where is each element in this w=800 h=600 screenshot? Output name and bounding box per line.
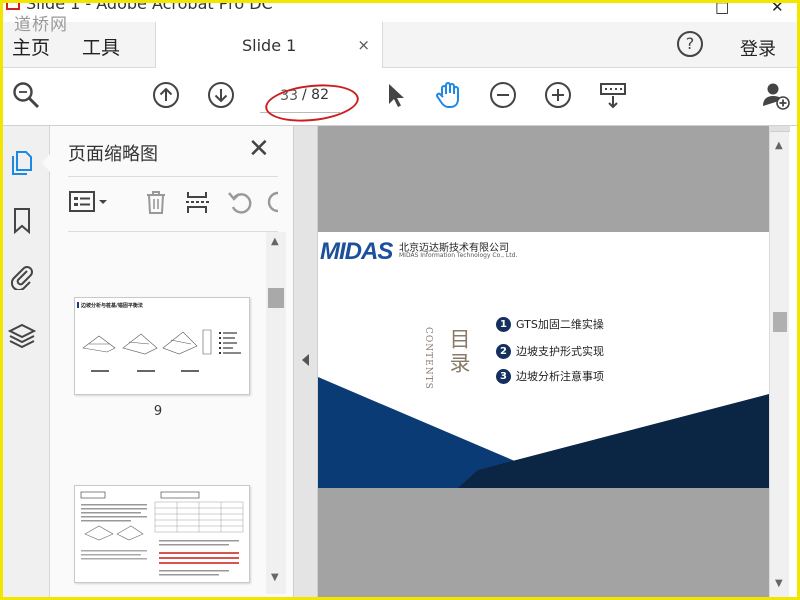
zoom-in-icon[interactable] xyxy=(543,80,573,110)
extract-icon[interactable] xyxy=(184,188,212,216)
delete-icon[interactable] xyxy=(142,188,170,216)
active-panel-marker xyxy=(42,154,50,172)
help-icon[interactable]: ? xyxy=(677,31,703,57)
agenda-item: 2 边坡支护形式实现 xyxy=(496,343,604,359)
document-scrollbar[interactable]: ▲ ▼ xyxy=(769,126,790,600)
collapse-arrow-icon xyxy=(302,354,309,366)
rotate-cw-icon[interactable] xyxy=(264,188,278,216)
keyboard-scroll-icon[interactable] xyxy=(598,80,628,110)
scrollbar-thumb[interactable] xyxy=(268,288,284,308)
company-name-en: MIDAS Information Technology Co., Ltd. xyxy=(399,252,518,259)
panel-title: 页面缩略图 xyxy=(68,144,158,165)
agenda-item: 1 GTS加固二维实操 xyxy=(496,316,604,332)
thumbnail-title: 边坡分析与桩基/锚固平衡法 xyxy=(81,303,143,309)
thumbnail-drawing xyxy=(82,329,241,372)
scrollbar-cap xyxy=(770,126,790,132)
tab-bar: 主页 工具 Slide 1 × ? 登录 xyxy=(0,22,800,68)
agenda-text: GTS加固二维实操 xyxy=(516,318,604,331)
slide-background-shapes xyxy=(318,377,769,488)
thumbnail-list: 边坡分析与桩基/锚固平衡法 9 xyxy=(50,232,266,600)
tab-close-icon[interactable]: × xyxy=(357,36,370,54)
doc-scrollbar-thumb[interactable] xyxy=(773,312,787,332)
watermark-text: 道桥网 xyxy=(14,15,68,35)
close-window-button[interactable]: ✕ xyxy=(771,0,784,16)
page-thumbnail[interactable] xyxy=(74,485,250,583)
login-button[interactable]: 登录 xyxy=(740,35,776,61)
scroll-up-arrow-icon[interactable]: ▲ xyxy=(271,236,279,247)
doc-scroll-down-arrow-icon[interactable]: ▼ xyxy=(775,578,783,589)
thumbnail-title-bar xyxy=(77,302,79,308)
agenda-item: 3 边坡分析注意事项 xyxy=(496,368,604,384)
main-toolbar: / 82 xyxy=(0,68,800,126)
select-pointer-icon[interactable] xyxy=(380,80,410,110)
thumbnail-scrollbar[interactable]: ▲ ▼ xyxy=(266,232,286,594)
slide-page: MIDAS 北京迈达斯技术有限公司 MIDAS Information Tech… xyxy=(318,232,769,488)
page-thumbnail[interactable]: 边坡分析与桩基/锚固平衡法 xyxy=(74,297,250,395)
hand-tool-icon[interactable] xyxy=(434,80,464,110)
page-options-icon[interactable] xyxy=(68,188,112,216)
agenda-number: 1 xyxy=(496,316,511,332)
left-navigation-rail xyxy=(0,126,50,600)
attachment-icon[interactable] xyxy=(8,262,36,292)
agenda-text: 边坡支护形式实现 xyxy=(516,345,604,358)
rotate-ccw-icon[interactable] xyxy=(226,188,254,216)
tab-tools[interactable]: 工具 xyxy=(82,33,120,60)
thumbnail-drawing xyxy=(80,491,244,576)
agenda-text: 边坡分析注意事项 xyxy=(516,370,604,383)
tab-home[interactable]: 主页 xyxy=(12,33,50,60)
doc-scroll-up-arrow-icon[interactable]: ▲ xyxy=(775,140,783,151)
title-bar: Slide 1 - Adobe Acrobat Pro DC □ ✕ xyxy=(0,0,800,22)
page-up-icon[interactable] xyxy=(151,80,181,110)
tab-document[interactable]: Slide 1 × xyxy=(155,22,383,68)
scroll-down-arrow-icon[interactable]: ▼ xyxy=(271,572,279,583)
maximize-button[interactable]: □ xyxy=(715,0,729,16)
agenda-number: 3 xyxy=(496,368,511,384)
pages-icon[interactable] xyxy=(8,148,36,176)
midas-logo: MIDAS xyxy=(320,238,393,265)
zoom-search-icon[interactable] xyxy=(11,80,41,110)
collapse-panel-handle[interactable] xyxy=(294,126,318,600)
contents-heading-en: CONTENTS xyxy=(423,327,433,390)
panel-close-icon[interactable]: ✕ xyxy=(248,134,270,164)
panel-divider xyxy=(68,176,278,177)
document-view[interactable]: MIDAS 北京迈达斯技术有限公司 MIDAS Information Tech… xyxy=(294,126,769,600)
tab-document-label: Slide 1 xyxy=(242,36,297,55)
acrobat-app-icon xyxy=(6,0,20,10)
zoom-out-icon[interactable] xyxy=(488,80,518,110)
bookmark-icon[interactable] xyxy=(8,206,36,235)
page-down-icon[interactable] xyxy=(206,80,236,110)
agenda-number: 2 xyxy=(496,343,511,359)
layers-icon[interactable] xyxy=(7,322,37,350)
add-user-icon[interactable] xyxy=(761,80,791,110)
thumbnail-page-label: 9 xyxy=(153,404,163,419)
contents-heading-cn: 目录 xyxy=(447,328,471,376)
page-thumbnails-panel: 页面缩略图 ✕ 边坡分析与桩基/锚固平衡法 9 ▲ ▼ xyxy=(50,126,294,600)
